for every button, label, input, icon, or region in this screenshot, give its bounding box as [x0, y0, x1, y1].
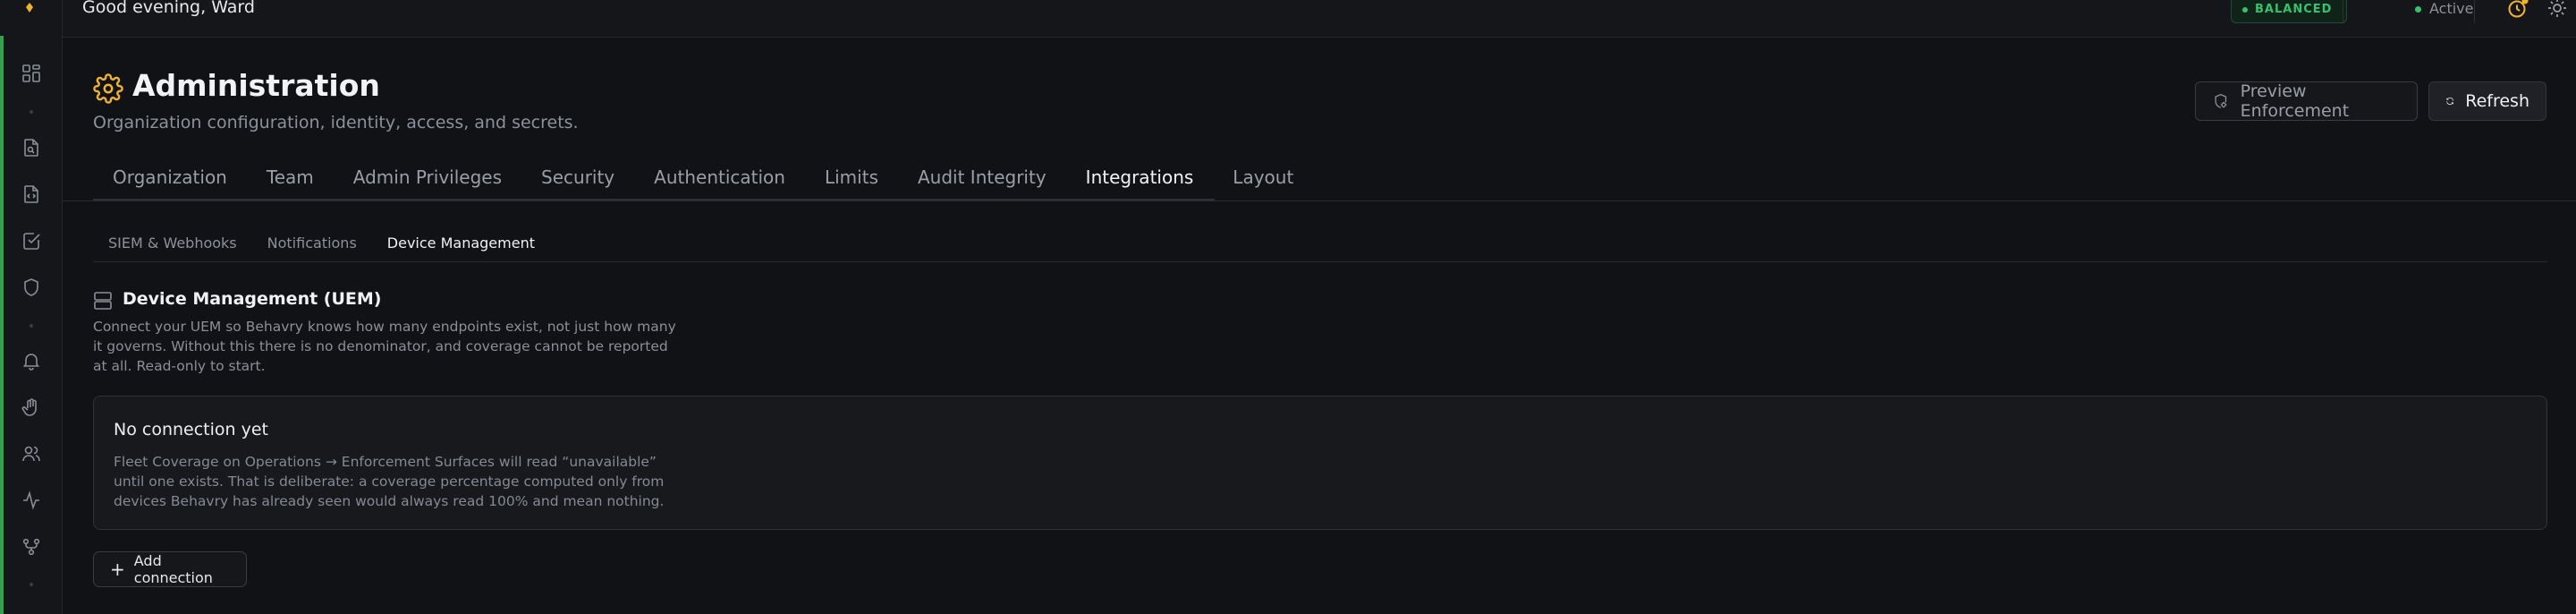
refresh-icon: [2446, 97, 2453, 106]
checklist-icon[interactable]: [21, 230, 42, 252]
integration-subtabs: SIEM & Webhooks Notifications Device Man…: [93, 231, 550, 261]
server-icon: [93, 290, 113, 311]
section-title: Device Management (UEM): [123, 289, 382, 309]
tab-audit-integrity[interactable]: Audit Integrity: [898, 159, 1066, 200]
rail-separator: [30, 583, 33, 586]
preview-enforcement-button[interactable]: Preview Enforcement: [2195, 81, 2418, 121]
tab-integrations[interactable]: Integrations: [1066, 159, 1214, 200]
hand-icon[interactable]: [21, 397, 42, 418]
settings-gear-icon: [93, 73, 123, 104]
rail-separator: [30, 110, 33, 114]
clock-icon[interactable]: [2506, 0, 2529, 20]
add-connection-button[interactable]: + Add connection: [93, 551, 247, 587]
dashboard-icon[interactable]: [21, 63, 42, 84]
tab-layout[interactable]: Layout: [1213, 159, 1313, 200]
tab-security[interactable]: Security: [521, 159, 634, 200]
shield-preview-icon: [2215, 94, 2227, 108]
empty-state-title: No connection yet: [114, 420, 268, 439]
empty-state-text: Fleet Coverage on Operations → Enforceme…: [114, 454, 665, 509]
subtabs-divider: [93, 261, 2547, 262]
refresh-button[interactable]: Refresh: [2428, 81, 2546, 121]
users-icon[interactable]: [21, 443, 42, 465]
rail-separator: [30, 324, 33, 328]
section-description: Connect your UEM so Behavry knows how ma…: [93, 319, 676, 374]
greeting: Good evening, Ward: [82, 0, 255, 17]
activity-icon[interactable]: [21, 490, 42, 511]
subtab-device-management[interactable]: Device Management: [372, 231, 550, 261]
preview-enforcement-label: Preview Enforcement: [2240, 81, 2350, 121]
subtab-siem-webhooks[interactable]: SIEM & Webhooks: [93, 231, 252, 261]
left-rail: [0, 0, 63, 614]
tab-organization[interactable]: Organization: [93, 159, 247, 200]
git-branch-icon[interactable]: [21, 536, 42, 558]
subtab-notifications[interactable]: Notifications: [252, 231, 372, 261]
shield-icon[interactable]: [21, 277, 42, 298]
tab-authentication[interactable]: Authentication: [634, 159, 805, 200]
page-title: Administration: [132, 68, 380, 103]
bell-icon[interactable]: [21, 350, 42, 371]
tab-team[interactable]: Team: [247, 159, 334, 200]
page-subtitle: Organization configuration, identity, ac…: [93, 113, 579, 132]
tab-limits[interactable]: Limits: [805, 159, 898, 200]
status-indicator: Active: [2415, 0, 2474, 21]
plus-icon: +: [110, 559, 125, 580]
empty-state-card: No connection yet Fleet Coverage on Oper…: [93, 396, 2547, 530]
logo-icon[interactable]: [23, 0, 36, 13]
tab-admin-privileges[interactable]: Admin Privileges: [334, 159, 521, 200]
refresh-label: Refresh: [2465, 91, 2529, 111]
code-file-icon[interactable]: [21, 183, 42, 205]
document-search-icon[interactable]: [21, 137, 42, 158]
add-connection-label: Add connection: [133, 552, 213, 586]
mode-badge[interactable]: BALANCED: [2231, 0, 2348, 23]
sun-icon[interactable]: [2546, 0, 2569, 20]
divider: [2474, 0, 2475, 23]
rail-accent-bar: [0, 36, 4, 614]
top-bar: Good evening, Ward BALANCED Active: [63, 0, 2576, 38]
tabs-divider: [63, 200, 2576, 201]
main-tabs: Organization Team Admin Privileges Secur…: [93, 159, 1313, 200]
